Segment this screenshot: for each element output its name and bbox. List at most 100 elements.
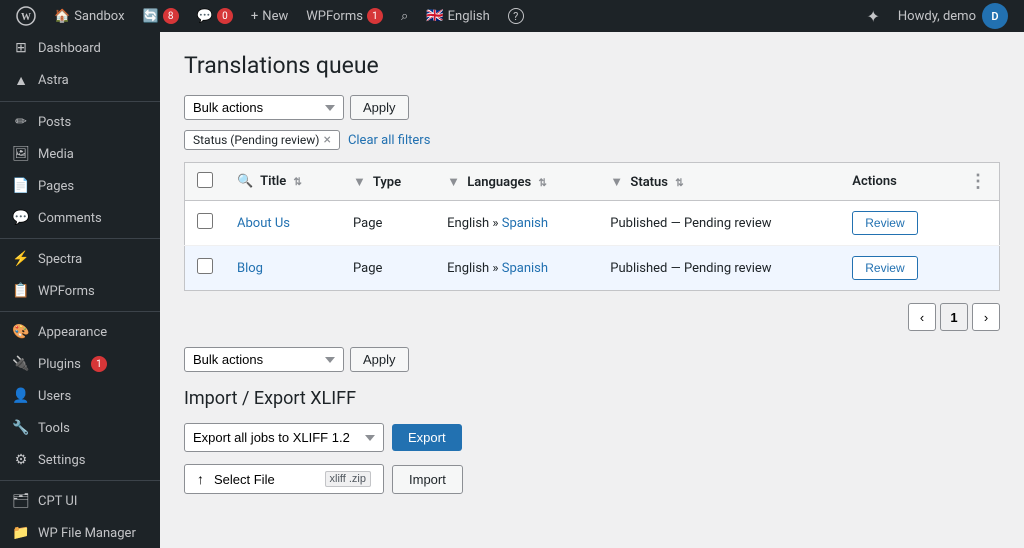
xliff-badge: xliff .zip bbox=[325, 471, 371, 487]
sidebar-item-comments[interactable]: 💬 Comments bbox=[0, 202, 160, 234]
type-column-header[interactable]: ▼ Type bbox=[341, 163, 435, 201]
lang-arrow: » bbox=[492, 261, 498, 276]
dashboard-icon: ⊞ bbox=[12, 40, 30, 56]
new-content-link[interactable]: + New bbox=[245, 0, 294, 32]
help-icon: ? bbox=[508, 8, 524, 24]
search-link[interactable]: ⌕ bbox=[395, 0, 414, 32]
sidebar-item-media[interactable]: 🖼 Media bbox=[0, 138, 160, 170]
languages-filter-icon: ▼ bbox=[447, 175, 460, 190]
title-column-header[interactable]: 🔍 Title ⇅ bbox=[225, 163, 341, 201]
title-link-blog[interactable]: Blog bbox=[237, 261, 263, 276]
sidebar-separator-3 bbox=[0, 311, 160, 312]
svg-text:W: W bbox=[21, 12, 31, 23]
clear-filters-link[interactable]: Clear all filters bbox=[348, 133, 430, 148]
file-select-button[interactable]: ↑ Select File xliff .zip bbox=[184, 464, 384, 494]
page-title: Translations queue bbox=[184, 52, 1000, 79]
sidebar-item-astra[interactable]: ▲ Astra bbox=[0, 64, 160, 97]
sidebar-item-cptui[interactable]: 🗂 CPT UI bbox=[0, 485, 160, 517]
filter-tag-close[interactable]: × bbox=[323, 133, 330, 147]
language-switcher[interactable]: 🇬🇧 English bbox=[420, 0, 496, 32]
bulk-actions-select-top[interactable]: Bulk actions bbox=[184, 95, 344, 120]
sidebar-item-label: Dashboard bbox=[38, 41, 101, 56]
prev-page-button[interactable]: ‹ bbox=[908, 303, 936, 331]
sidebar-item-label: WPForms bbox=[38, 284, 95, 299]
export-row: Export all jobs to XLIFF 1.2 Export bbox=[184, 423, 1000, 452]
ai-features-icon[interactable]: ✦ bbox=[861, 0, 886, 32]
sidebar-item-wpfilemanager[interactable]: 📁 WP File Manager bbox=[0, 517, 160, 548]
sidebar-separator-4 bbox=[0, 480, 160, 481]
bottom-toolbar: Bulk actions Apply bbox=[184, 347, 1000, 372]
import-export-section: Import / Export XLIFF Export all jobs to… bbox=[184, 388, 1000, 494]
table-row: About Us Page English » Spanish Publishe… bbox=[185, 201, 1000, 246]
sidebar-item-wpforms[interactable]: 📋 WPForms bbox=[0, 275, 160, 307]
sidebar-item-users[interactable]: 👤 Users bbox=[0, 380, 160, 412]
sidebar-item-label: Appearance bbox=[38, 325, 107, 340]
sidebar-item-label: Spectra bbox=[38, 252, 82, 267]
export-button[interactable]: Export bbox=[392, 424, 462, 451]
review-button-blog[interactable]: Review bbox=[852, 256, 917, 280]
row-checkbox-about-us[interactable] bbox=[197, 213, 213, 229]
cptui-icon: 🗂 bbox=[12, 493, 30, 509]
status-column-header[interactable]: ▼ Status ⇅ bbox=[598, 163, 840, 201]
comments-icon: 💬 bbox=[12, 210, 30, 226]
status-filter-tag: Status (Pending review) × bbox=[184, 130, 340, 150]
plus-icon: + bbox=[251, 9, 258, 24]
lang-from: English bbox=[447, 216, 489, 231]
apply-button-bottom[interactable]: Apply bbox=[350, 347, 409, 372]
select-file-label: Select File bbox=[214, 472, 319, 487]
xliff-format-select[interactable]: Export all jobs to XLIFF 1.2 bbox=[184, 423, 384, 452]
sidebar-item-label: Comments bbox=[38, 211, 102, 226]
sidebar-separator-2 bbox=[0, 238, 160, 239]
users-icon: 👤 bbox=[12, 388, 30, 404]
next-page-button[interactable]: › bbox=[972, 303, 1000, 331]
wp-logo-link[interactable]: W bbox=[10, 0, 42, 32]
tools-icon: 🔧 bbox=[12, 420, 30, 436]
sidebar-item-settings[interactable]: ⚙ Settings bbox=[0, 444, 160, 476]
languages-cell-about-us: English » Spanish bbox=[435, 201, 598, 246]
avatar: D bbox=[982, 3, 1008, 29]
current-page-button[interactable]: 1 bbox=[940, 303, 968, 331]
admin-bar: W 🏠 Sandbox 🔄 8 💬 0 + New WPForms 1 ⌕ 🇬🇧… bbox=[0, 0, 1024, 32]
bulk-actions-select-bottom[interactable]: Bulk actions bbox=[184, 347, 344, 372]
table-header-row: 🔍 Title ⇅ ▼ Type ▼ Languages ⇅ ▼ bbox=[185, 163, 1000, 201]
comments-badge: 0 bbox=[217, 8, 233, 24]
review-button-about-us[interactable]: Review bbox=[852, 211, 917, 235]
updates-link[interactable]: 🔄 8 bbox=[137, 0, 185, 32]
actions-cell-about-us: Review bbox=[840, 201, 957, 246]
lang-to: Spanish bbox=[502, 261, 548, 276]
extra-cell bbox=[957, 201, 1000, 246]
comments-link[interactable]: 💬 0 bbox=[191, 0, 239, 32]
upload-icon: ↑ bbox=[197, 471, 204, 487]
column-options-icon[interactable]: ⋮ bbox=[969, 171, 987, 192]
help-link[interactable]: ? bbox=[502, 0, 530, 32]
languages-sort-icon: ⇅ bbox=[538, 178, 546, 189]
import-button[interactable]: Import bbox=[392, 465, 463, 494]
sidebar-item-plugins[interactable]: 🔌 Plugins 1 bbox=[0, 348, 160, 380]
sidebar-item-label: Users bbox=[38, 389, 71, 404]
sidebar-item-label: Plugins bbox=[38, 357, 81, 372]
site-name-link[interactable]: 🏠 Sandbox bbox=[48, 0, 131, 32]
sparkle-icon: ✦ bbox=[867, 7, 880, 26]
title-cell-blog: Blog bbox=[225, 246, 341, 291]
wpforms-link[interactable]: WPForms 1 bbox=[300, 0, 389, 32]
sidebar-item-tools[interactable]: 🔧 Tools bbox=[0, 412, 160, 444]
user-menu[interactable]: Howdy, demo D bbox=[892, 0, 1014, 32]
status-filter-icon: ▼ bbox=[610, 175, 623, 190]
apply-button-top[interactable]: Apply bbox=[350, 95, 409, 120]
title-link-about-us[interactable]: About Us bbox=[237, 216, 290, 231]
sidebar-item-spectra[interactable]: ⚡ Spectra bbox=[0, 243, 160, 275]
select-all-column bbox=[185, 163, 226, 201]
pages-icon: 📄 bbox=[12, 178, 30, 194]
select-all-checkbox[interactable] bbox=[197, 172, 213, 188]
sidebar-item-dashboard[interactable]: ⊞ Dashboard bbox=[0, 32, 160, 64]
sidebar-item-label: Tools bbox=[38, 421, 70, 436]
languages-column-header[interactable]: ▼ Languages ⇅ bbox=[435, 163, 598, 201]
sidebar-item-pages[interactable]: 📄 Pages bbox=[0, 170, 160, 202]
row-checkbox-cell bbox=[185, 246, 226, 291]
actions-column-header: Actions bbox=[840, 163, 957, 201]
table-row: Blog Page English » Spanish Published — … bbox=[185, 246, 1000, 291]
updates-icon: 🔄 bbox=[143, 9, 159, 24]
sidebar-item-appearance[interactable]: 🎨 Appearance bbox=[0, 316, 160, 348]
row-checkbox-blog[interactable] bbox=[197, 258, 213, 274]
sidebar-item-posts[interactable]: ✏ Posts bbox=[0, 106, 160, 138]
